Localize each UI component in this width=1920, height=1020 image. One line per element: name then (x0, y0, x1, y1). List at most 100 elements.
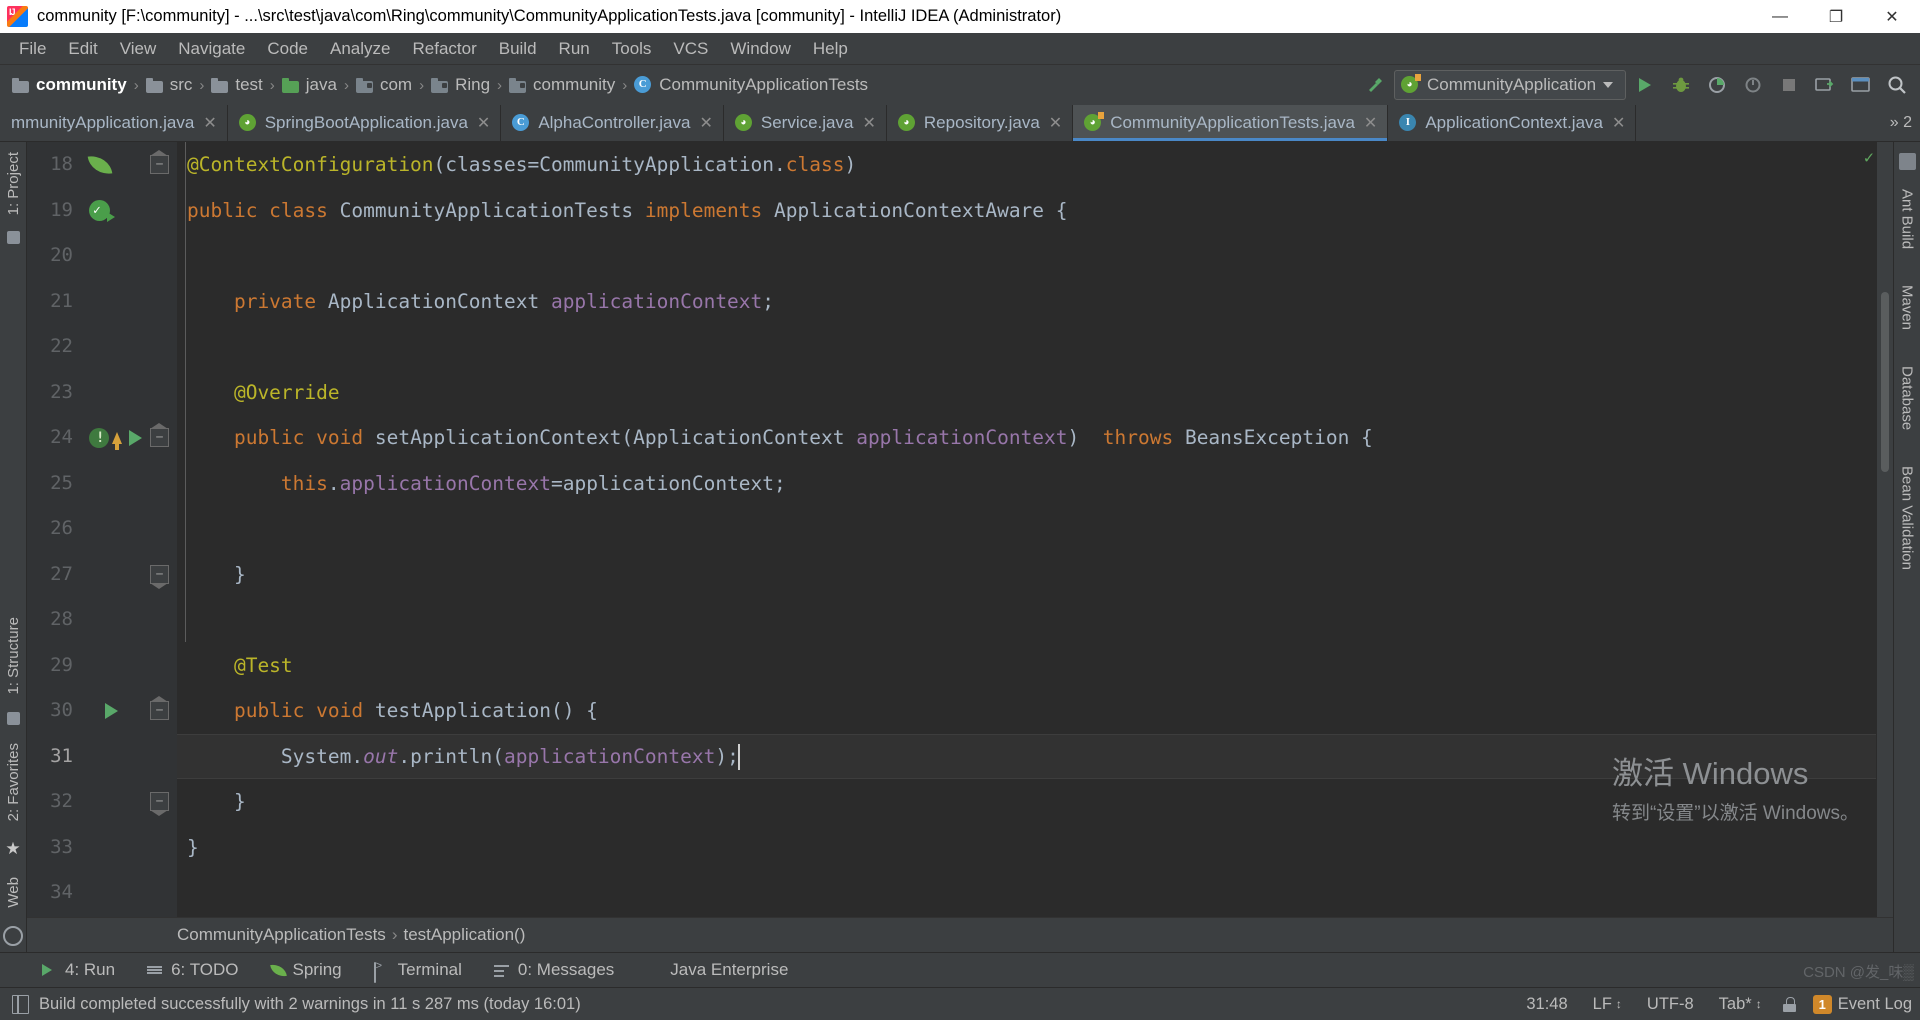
override-arrow-icon[interactable] (112, 431, 122, 450)
code-line-19[interactable]: public class CommunityApplicationTests i… (177, 188, 1893, 234)
build-log-icon[interactable] (12, 994, 29, 1014)
build-hammer-icon[interactable] (1358, 70, 1392, 100)
fold-marker-icon[interactable]: − (150, 696, 169, 721)
menu-navigate[interactable]: Navigate (167, 36, 256, 62)
sidebar-item-maven[interactable]: Maven (1899, 281, 1916, 334)
caret-position[interactable]: 31:48 (1522, 993, 1571, 1016)
close-icon[interactable]: ✕ (1612, 113, 1625, 133)
ant-icon[interactable] (1898, 153, 1916, 170)
code-line-20[interactable] (177, 233, 1893, 279)
close-icon[interactable]: ✕ (699, 113, 712, 133)
breadcrumb-item-community-pkg[interactable]: community (505, 73, 619, 97)
web-icon[interactable] (3, 926, 23, 946)
tab-applicationcontext[interactable]: I ApplicationContext.java ✕ (1388, 105, 1637, 141)
code-line-30[interactable]: public void testApplication() { (177, 688, 1893, 734)
menu-run[interactable]: Run (548, 36, 601, 62)
debug-button[interactable] (1664, 70, 1698, 100)
editor-scrollbar[interactable] (1876, 142, 1893, 917)
tab-service[interactable]: ◕ Service.java ✕ (723, 105, 887, 141)
code-line-34[interactable] (177, 870, 1893, 916)
code-editor[interactable]: 18 − 19 ✓ 20 21 22 23 24 ! − 25 26 27 − … (27, 142, 1893, 917)
run-with-coverage-button[interactable] (1700, 70, 1734, 100)
fold-marker-icon[interactable]: − (150, 423, 169, 448)
code-line-29[interactable]: @Test (177, 643, 1893, 689)
run-test-method-icon[interactable] (105, 702, 118, 719)
menu-window[interactable]: Window (719, 36, 801, 62)
tab-repository[interactable]: ◕ Repository.java ✕ (886, 105, 1074, 141)
close-button[interactable]: ✕ (1864, 0, 1920, 33)
run-method-icon[interactable] (129, 429, 142, 446)
stop-button[interactable] (1772, 70, 1806, 100)
menu-edit[interactable]: Edit (57, 36, 108, 62)
tab-alphacontroller[interactable]: C AlphaController.java ✕ (501, 105, 724, 141)
code-line-23[interactable]: @Override (177, 370, 1893, 416)
scrollbar-thumb[interactable] (1881, 292, 1889, 472)
lock-icon[interactable] (1782, 996, 1796, 1012)
favorites-icon[interactable]: ★ (5, 839, 20, 859)
close-icon[interactable]: ✕ (1364, 113, 1377, 133)
menu-analyze[interactable]: Analyze (319, 36, 401, 62)
sidebar-item-favorites[interactable]: 2: Favorites (5, 739, 22, 825)
fold-marker-icon[interactable]: − (150, 792, 169, 817)
tool-window-spring[interactable]: Spring (268, 958, 345, 982)
code-line-27[interactable]: } (177, 552, 1893, 598)
editor-gutter[interactable]: 18 − 19 ✓ 20 21 22 23 24 ! − 25 26 27 − … (27, 142, 177, 917)
menu-help[interactable]: Help (802, 36, 859, 62)
structure-panel-icon[interactable] (6, 712, 20, 726)
breadcrumb-item-src[interactable]: src (142, 73, 197, 97)
tool-window-run[interactable]: 4: Run (38, 958, 118, 982)
code-line-24[interactable]: public void setApplicationContext(Applic… (177, 415, 1893, 461)
breadcrumb-item-class[interactable]: C CommunityApplicationTests (630, 73, 872, 97)
tool-window-messages[interactable]: 0: Messages (491, 958, 617, 982)
menu-vcs[interactable]: VCS (662, 36, 719, 62)
structure-icon[interactable] (6, 231, 20, 245)
code-line-18[interactable]: @ContextConfiguration(classes=CommunityA… (177, 142, 1893, 188)
sidebar-item-web[interactable]: Web (5, 873, 22, 912)
breadcrumb-item-test[interactable]: test (207, 73, 266, 97)
tool-window-java-enterprise[interactable]: Java Enterprise (643, 958, 791, 982)
chevron-down-icon[interactable] (1603, 82, 1614, 88)
update-application-button[interactable] (1808, 70, 1842, 100)
spring-leaf-icon[interactable] (87, 153, 113, 177)
sidebar-item-structure[interactable]: 1: Structure (5, 613, 22, 699)
tab-community-application[interactable]: mmunityApplication.java ✕ (0, 105, 228, 141)
close-icon[interactable]: ✕ (862, 113, 875, 133)
close-icon[interactable]: ✕ (203, 113, 216, 133)
maximize-button[interactable]: ❐ (1808, 0, 1864, 33)
code-line-25[interactable]: this.applicationContext=applicationConte… (177, 461, 1893, 507)
code-line-32[interactable]: } (177, 779, 1893, 825)
code-line-26[interactable] (177, 506, 1893, 552)
sidebar-item-ant-build[interactable]: Ant Build (1899, 185, 1916, 253)
code-line-22[interactable] (177, 324, 1893, 370)
search-everywhere-button[interactable] (1880, 70, 1914, 100)
code-line-33[interactable]: } (177, 825, 1893, 871)
open-browser-button[interactable] (1844, 70, 1878, 100)
menu-build[interactable]: Build (488, 36, 548, 62)
breadcrumb-item-java[interactable]: java (278, 73, 341, 97)
sidebar-item-database[interactable]: Database (1899, 362, 1916, 434)
run-configuration-selector[interactable]: ◕ CommunityApplication (1394, 70, 1626, 100)
menu-view[interactable]: View (109, 36, 168, 62)
profile-button[interactable] (1736, 70, 1770, 100)
event-log-button[interactable]: 1 Event Log (1812, 994, 1912, 1014)
code-line-21[interactable]: private ApplicationContext applicationCo… (177, 279, 1893, 325)
sidebar-item-project[interactable]: 1: Project (5, 148, 22, 219)
code-line-31[interactable]: System.out.println(applicationContext); (177, 733, 1893, 779)
tool-window-todo[interactable]: 6: TODO (144, 958, 241, 982)
run-button[interactable] (1628, 70, 1662, 100)
breadcrumb-item-ring[interactable]: Ring (427, 73, 494, 97)
inspection-status-icon[interactable]: ✓ (1864, 148, 1874, 168)
code-text-area[interactable]: @ContextConfiguration(classes=CommunityA… (177, 142, 1893, 917)
tool-window-terminal[interactable]: Terminal (371, 958, 465, 983)
tabs-overflow-button[interactable]: » 2 (1882, 105, 1920, 141)
breadcrumb-item-com[interactable]: com (352, 73, 416, 97)
breadcrumb-item-community[interactable]: community (8, 73, 131, 97)
tab-springbootapplication[interactable]: ◕ SpringBootApplication.java ✕ (227, 105, 502, 141)
close-icon[interactable]: ✕ (477, 113, 490, 133)
menu-file[interactable]: File (8, 36, 57, 62)
code-line-28[interactable] (177, 597, 1893, 643)
editor-breadcrumb-method[interactable]: testApplication() (403, 925, 525, 945)
editor-breadcrumb-class[interactable]: CommunityApplicationTests (177, 925, 386, 945)
file-encoding[interactable]: UTF-8 (1643, 993, 1698, 1016)
fold-marker-icon[interactable]: − (150, 564, 169, 589)
